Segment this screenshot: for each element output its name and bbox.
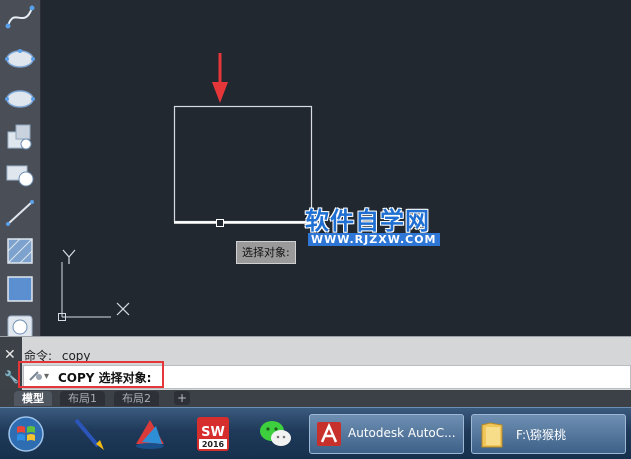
line-tool-icon[interactable]	[4, 198, 36, 228]
tab-model[interactable]: 模型	[14, 391, 52, 406]
ellipse-tool-icon[interactable]	[4, 44, 36, 74]
add-layout-button[interactable]: +	[174, 391, 190, 405]
red-highlight-box	[18, 361, 164, 388]
brush-app-icon[interactable]	[68, 414, 108, 454]
autocad-app-icon	[317, 422, 341, 446]
layout-tabs: 模型 布局1 布局2 +	[0, 390, 631, 407]
ucs-x-label: X	[117, 303, 118, 304]
midpoint-grip[interactable]	[216, 219, 224, 227]
drawing-canvas[interactable]: Y X	[41, 0, 631, 336]
autodesk-app-icon[interactable]	[130, 414, 170, 454]
autocad-window-label: Autodesk AutoC...	[348, 426, 456, 440]
tab-layout2[interactable]: 布局2	[114, 391, 159, 406]
windows-taskbar: SW 2016 Autodesk AutoC... F:\猕猴桃	[0, 407, 631, 459]
sw-logo-text: SW	[201, 425, 225, 440]
wechat-icon[interactable]	[256, 414, 296, 454]
draw-toolbar	[0, 0, 41, 339]
explorer-window-button[interactable]: F:\猕猴桃	[471, 414, 626, 454]
hatch-tool-icon[interactable]	[4, 236, 36, 266]
sw-year-label: 2016	[202, 440, 225, 449]
wrench-icon[interactable]: 🔧	[4, 370, 19, 384]
watermark-url: WWW.RJZXW.COM	[308, 233, 440, 246]
windows-start-icon[interactable]	[6, 414, 46, 454]
gradient-tool-icon[interactable]	[4, 274, 36, 304]
red-arrow-annotation	[212, 53, 228, 103]
autocad-window-button[interactable]: Autodesk AutoC...	[309, 414, 464, 454]
make-block-tool-icon[interactable]	[4, 160, 36, 190]
insert-block-tool-icon[interactable]	[4, 122, 36, 152]
tab-layout1[interactable]: 布局1	[60, 391, 105, 406]
spline-tool-icon[interactable]	[4, 2, 36, 32]
selection-tooltip: 选择对象:	[236, 241, 296, 264]
explorer-window-label: F:\猕猴桃	[516, 428, 567, 442]
ucs-y-label: Y	[122, 248, 123, 249]
ellipse-arc-tool-icon[interactable]	[4, 84, 36, 114]
solidworks-2016-icon[interactable]: SW 2016	[193, 414, 233, 454]
folder-icon	[481, 422, 503, 448]
close-icon[interactable]: ✕	[4, 348, 16, 362]
ucs-icon	[58, 249, 130, 321]
watermark-title: 软件自学网	[305, 207, 430, 235]
drawn-rectangle[interactable]	[173, 105, 313, 223]
